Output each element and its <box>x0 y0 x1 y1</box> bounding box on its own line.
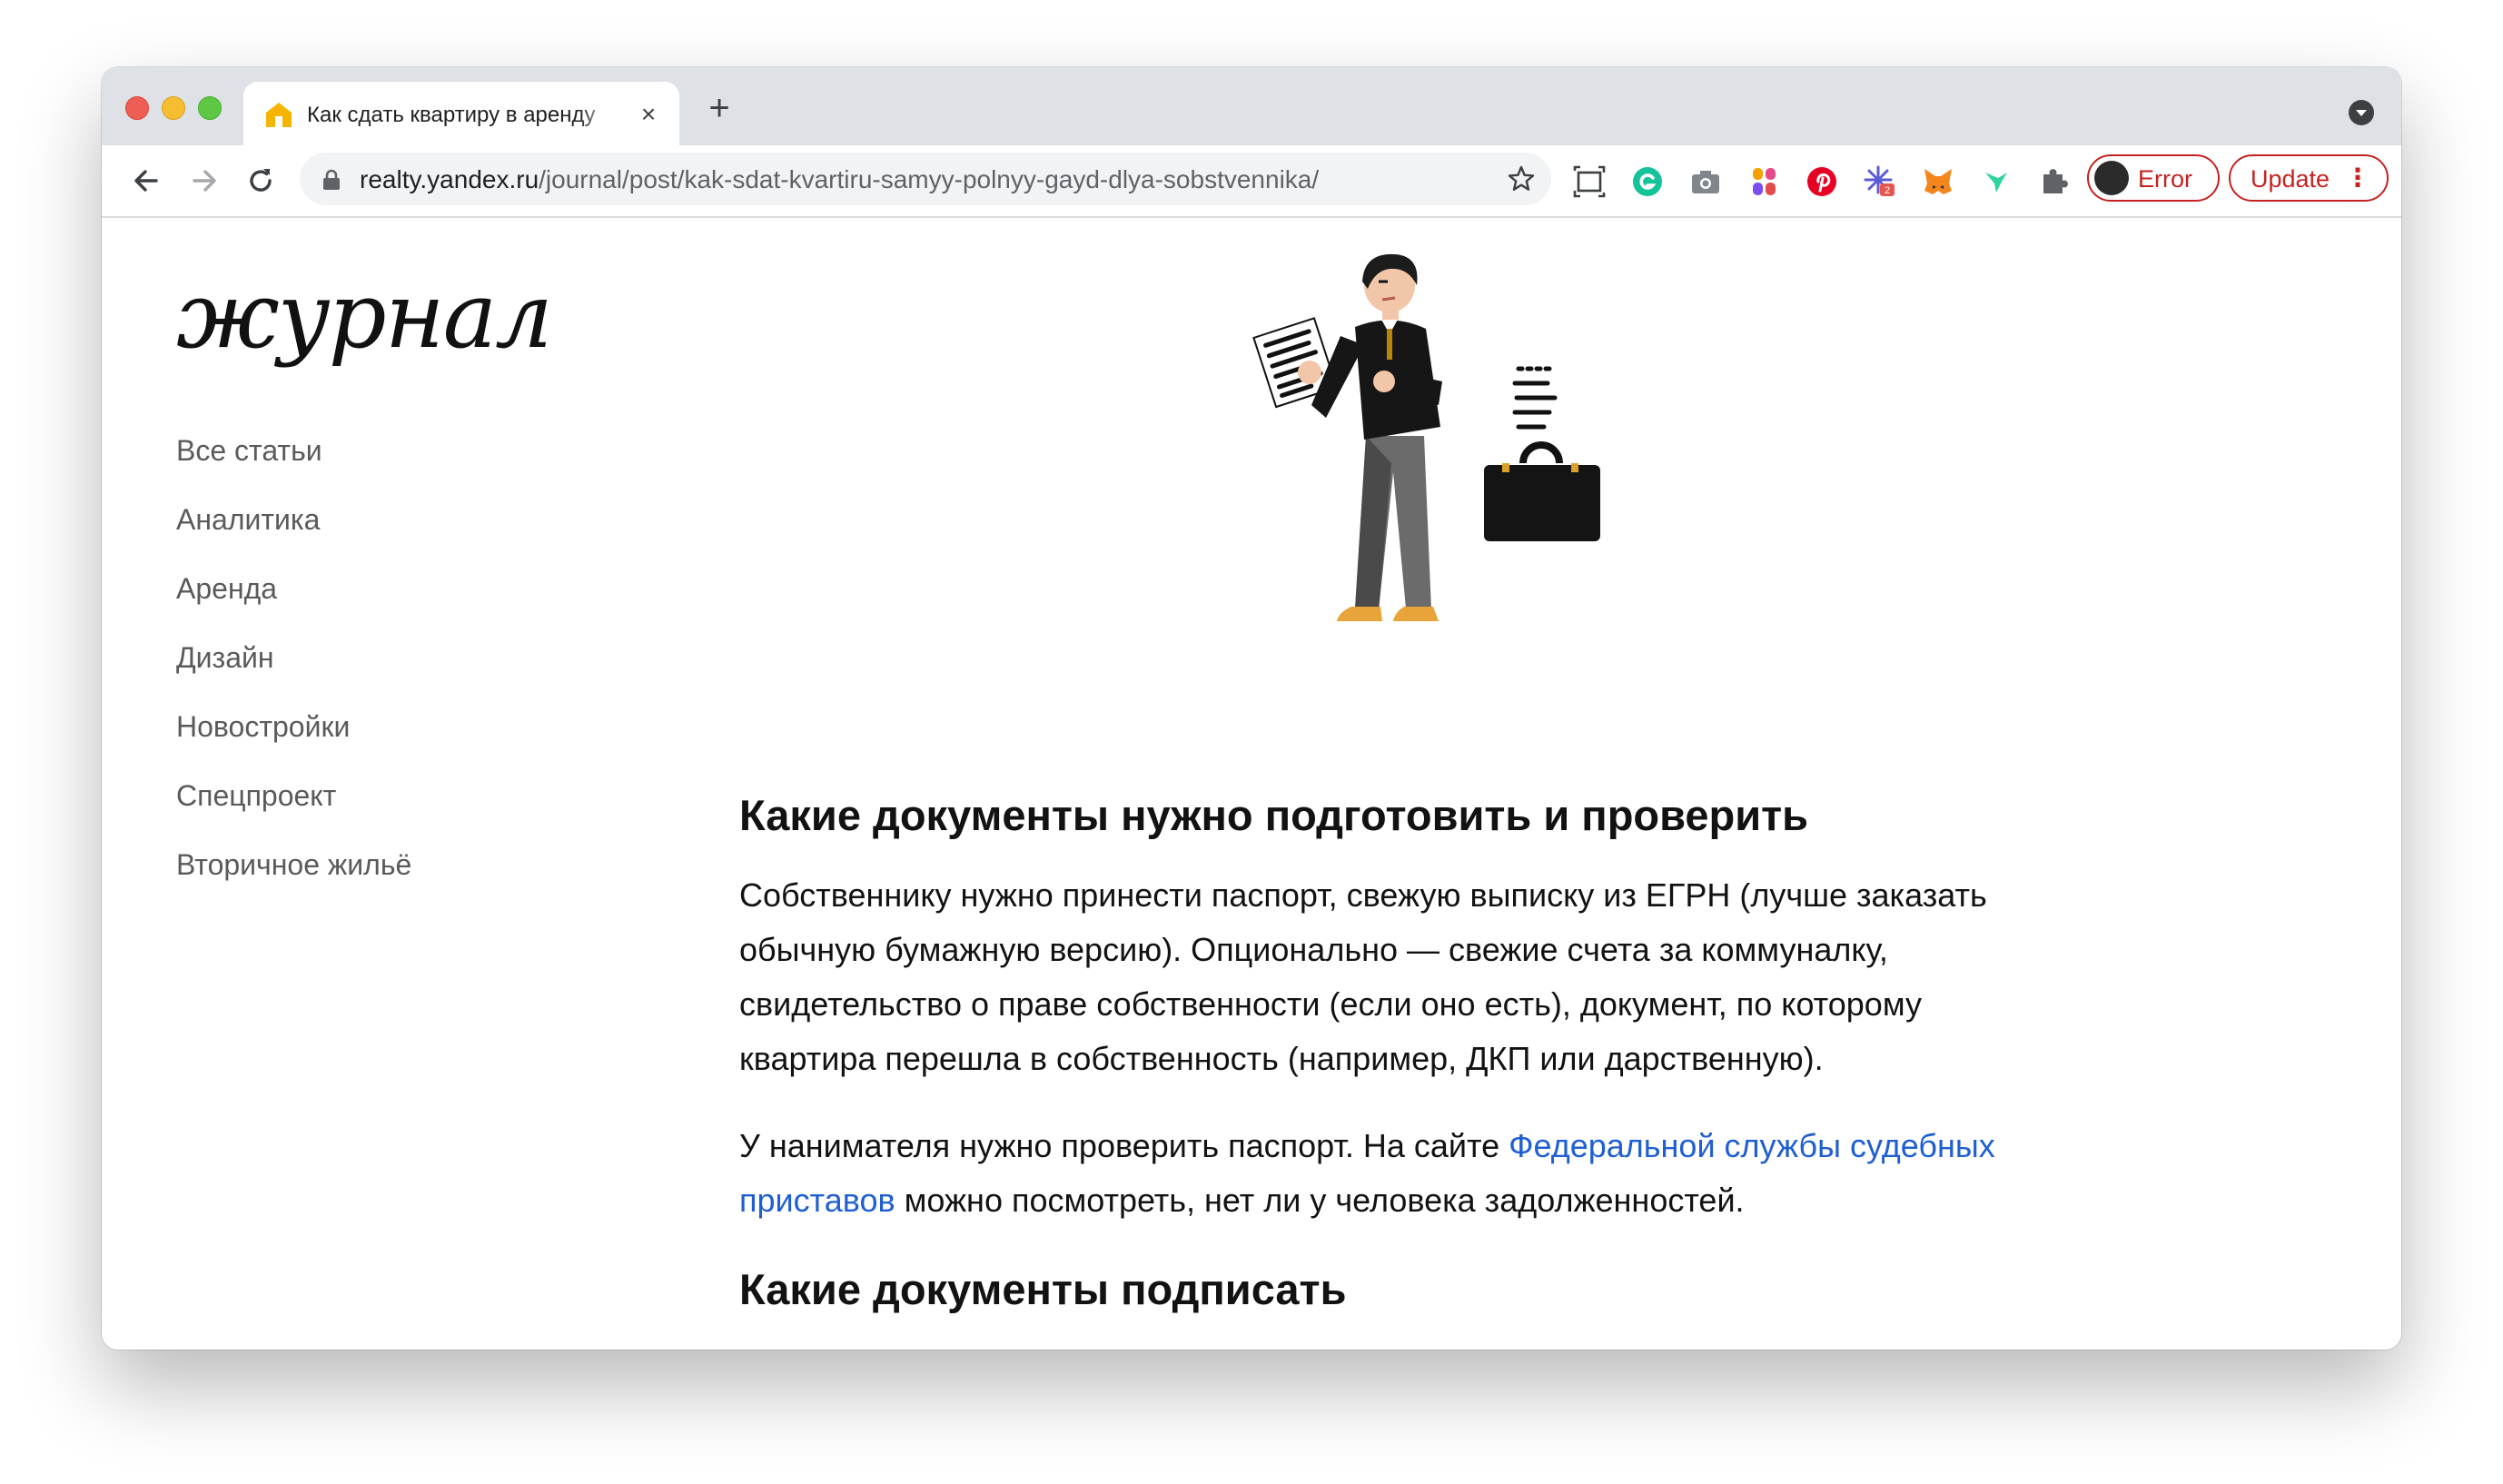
plus-icon[interactable]: + <box>701 90 737 127</box>
reload-icon[interactable] <box>240 160 282 202</box>
profile-avatar <box>2094 161 2129 195</box>
screenshot-extension-icon[interactable] <box>1573 165 1606 198</box>
forward-arrow-icon[interactable] <box>183 160 225 202</box>
url-host: realty.yandex.ru <box>360 165 539 193</box>
article-paragraph-with-link: У нанимателя нужно проверить паспорт. На… <box>739 1119 2011 1228</box>
page-content: журнал Все статьи Аналитика Аренда Дизай… <box>102 218 2401 1350</box>
document-lines-icon <box>1512 366 1558 430</box>
puzzle-piece-icon[interactable] <box>2038 165 2071 198</box>
tab-title: Как сдать квартиру в аренду <box>307 103 596 127</box>
update-button[interactable]: Update ⋮ <box>2229 154 2389 202</box>
minimize-window-button[interactable] <box>162 96 185 120</box>
tab-search-icon[interactable] <box>2349 100 2374 125</box>
sidebar-item-design[interactable]: Дизайн <box>176 639 411 708</box>
camera-icon[interactable] <box>1689 165 1722 198</box>
extension-badge-count: 2 <box>1885 185 1890 196</box>
browser-toolbar: realty.yandex.ru/journal/post/kak-sdat-k… <box>102 145 2401 218</box>
metamask-fox-icon[interactable] <box>1922 165 1954 198</box>
sidebar-nav: Все статьи Аналитика Аренда Дизайн Новос… <box>176 432 411 915</box>
tab-close-icon[interactable]: × <box>632 98 665 131</box>
url-path: /journal/post/kak-sdat-kvartiru-samyy-po… <box>539 165 1320 193</box>
man-figure <box>1298 253 1442 621</box>
site-logo[interactable]: журнал <box>176 262 553 371</box>
error-label: Error <box>2138 165 2192 193</box>
section-heading: Какие документы подписать <box>739 1265 1347 1313</box>
bird-extension-icon[interactable] <box>1980 165 2013 198</box>
sidebar-item-new-buildings[interactable]: Новостройки <box>176 708 411 777</box>
sidebar-item-all-articles[interactable]: Все статьи <box>176 432 411 501</box>
more-menu-icon[interactable]: ⋮ <box>2345 163 2370 193</box>
sidebar-item-analytics[interactable]: Аналитика <box>176 501 411 570</box>
paragraph-text: можно посмотреть, нет ли у человека задо… <box>895 1182 1745 1219</box>
article-body: Какие документы нужно подготовить и пров… <box>739 790 2029 1315</box>
close-window-button[interactable] <box>125 96 149 120</box>
pinterest-icon[interactable] <box>1806 165 1838 198</box>
tab-strip: Как сдать квартиру в аренду × + <box>102 67 2401 145</box>
bookmark-star-icon[interactable] <box>1506 163 1537 194</box>
section-heading: Какие документы нужно подготовить и пров… <box>739 791 1809 839</box>
active-tab[interactable]: Как сдать квартиру в аренду × <box>243 82 679 145</box>
article-illustration <box>1252 253 1600 621</box>
paragraph-text: У нанимателя нужно проверить паспорт. На… <box>739 1127 1509 1164</box>
lock-icon[interactable] <box>322 169 341 191</box>
sidebar-item-special-project[interactable]: Спецпроект <box>176 777 411 846</box>
browser-window: Как сдать квартиру в аренду × + realty.y… <box>102 67 2401 1350</box>
article-paragraph: Собственнику нужно принести паспорт, све… <box>739 876 1987 1077</box>
briefcase-icon <box>1484 441 1600 541</box>
starburst-extension-icon[interactable]: 2 <box>1864 165 1896 198</box>
back-arrow-icon[interactable] <box>125 160 167 202</box>
sidebar-item-secondary-housing[interactable]: Вторичное жильё <box>176 846 411 915</box>
screenshot-stage: Как сдать квартиру в аренду × + realty.y… <box>0 0 2503 1484</box>
grammarly-icon[interactable] <box>1631 165 1664 198</box>
update-label: Update <box>2251 165 2330 193</box>
sidebar-item-rent[interactable]: Аренда <box>176 570 411 639</box>
colorful-tiles-extension-icon[interactable] <box>1747 165 1780 198</box>
house-icon <box>266 103 292 127</box>
profile-error-button[interactable]: Error <box>2087 154 2220 202</box>
maximize-window-button[interactable] <box>198 96 222 120</box>
address-bar[interactable]: realty.yandex.ru/journal/post/kak-sdat-k… <box>300 153 1551 205</box>
url-text[interactable]: realty.yandex.ru/journal/post/kak-sdat-k… <box>360 165 1319 194</box>
